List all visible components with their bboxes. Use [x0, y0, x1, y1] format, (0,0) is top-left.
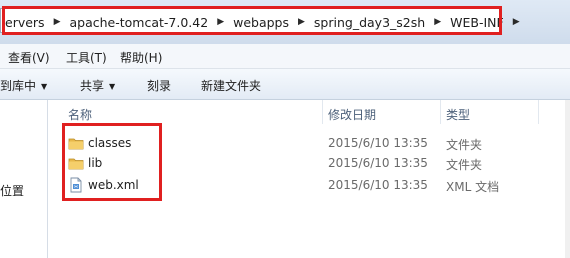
menu-bar: 查看(V) 工具(T) 帮助(H)	[0, 44, 570, 69]
column-name[interactable]: 名称	[68, 106, 92, 123]
file-highlight-box	[62, 123, 162, 201]
file-date: 2015/6/10 13:35	[328, 156, 428, 170]
chevron-down-icon: ▼	[41, 82, 48, 91]
file-date: 2015/6/10 13:35	[328, 136, 428, 150]
file-date: 2015/6/10 13:35	[328, 178, 428, 192]
file-type: 文件夹	[446, 158, 483, 172]
column-divider[interactable]	[322, 100, 323, 124]
nav-item-location[interactable]: 位置	[0, 182, 24, 199]
share-label: 共享	[80, 79, 105, 93]
menu-help[interactable]: 帮助(H)	[120, 49, 162, 66]
column-divider[interactable]	[538, 100, 539, 124]
address-highlight-box	[2, 6, 502, 35]
navigation-pane: 位置	[0, 100, 48, 258]
column-divider[interactable]	[440, 100, 441, 124]
scrollbar[interactable]	[565, 100, 570, 258]
breadcrumb-chevron-icon[interactable]: ▶	[513, 17, 520, 27]
burn-button[interactable]: 刻录	[147, 77, 171, 94]
share-button[interactable]: 共享 ▼	[80, 77, 115, 94]
include-in-library-label: 到库中	[0, 79, 37, 93]
column-header: 名称 修改日期 类型	[48, 100, 570, 124]
file-type: 文件夹	[446, 138, 483, 152]
menu-view[interactable]: 查看(V)	[8, 49, 50, 66]
column-date[interactable]: 修改日期	[328, 106, 376, 123]
file-type: XML 文档	[446, 180, 500, 194]
menu-tools[interactable]: 工具(T)	[66, 49, 107, 66]
new-folder-button[interactable]: 新建文件夹	[201, 77, 261, 94]
address-bar-region: ervers ▶ apache-tomcat-7.0.42 ▶ webapps …	[0, 0, 570, 44]
column-type[interactable]: 类型	[446, 106, 470, 123]
chevron-down-icon: ▼	[109, 82, 116, 91]
include-in-library-button[interactable]: 到库中 ▼	[0, 77, 47, 94]
command-toolbar: 到库中 ▼ 共享 ▼ 刻录 新建文件夹	[0, 69, 570, 100]
